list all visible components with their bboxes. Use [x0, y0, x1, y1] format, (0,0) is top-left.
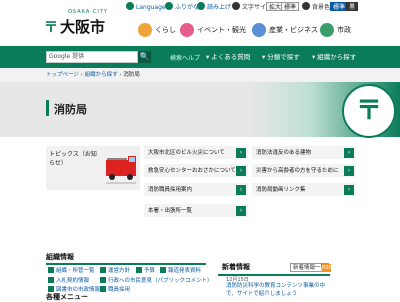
org-item-staff-recruit[interactable]: 職員採用: [100, 286, 130, 295]
palette-icon: [302, 2, 310, 10]
breadcrumb: トップページ › 組織から探す › 消防局: [0, 68, 400, 82]
arrow-right-icon: ›: [236, 185, 246, 195]
link-stations-list[interactable]: 本署・出張所一覧 ›: [144, 204, 248, 218]
bullet-icon: [48, 277, 54, 283]
city-hall-icon: [320, 23, 334, 37]
font-standard-button[interactable]: 標準: [281, 2, 300, 11]
breadcrumb-current: 消防局: [123, 72, 140, 78]
arrow-right-icon: ›: [344, 148, 354, 158]
event-icon: [180, 23, 194, 37]
speaker-icon: [197, 2, 205, 10]
nav-business[interactable]: 産業・ビジネス: [252, 22, 318, 38]
bullet-icon: [48, 267, 54, 273]
news-item[interactable]: 消防防災科学の教育コンテンツ事業の中で、サイトで紹介しましょう: [226, 282, 330, 298]
link-video-links[interactable]: 消防局動画リンク集 ›: [252, 183, 356, 197]
tab-faq[interactable]: ▾ よくある質問: [206, 49, 250, 66]
furigana-icon: [165, 2, 173, 10]
arrow-right-icon: ›: [236, 148, 246, 158]
font-size-icon: [232, 2, 240, 10]
arrow-right-icon: ›: [344, 166, 354, 176]
org-info-divider: [46, 263, 206, 265]
search-icon: 🔍: [139, 52, 150, 61]
site-logo[interactable]: 大阪市: [60, 18, 105, 36]
search-button[interactable]: 🔍: [138, 51, 151, 63]
arrow-right-icon: ›: [344, 185, 354, 195]
tab-organizations[interactable]: ▾ 組織から探す: [312, 49, 356, 66]
org-item-bids[interactable]: 入札契約情報: [48, 277, 89, 286]
logo-subtitle: OSAKA CITY: [68, 9, 108, 15]
fire-department-emblem-icon: 〒: [342, 84, 396, 138]
read-aloud-link[interactable]: 読み上げ: [197, 2, 231, 13]
arrow-right-icon: ›: [236, 206, 246, 216]
link-fire-violation[interactable]: 消防法違反のある建物 ›: [252, 146, 356, 160]
living-icon: [138, 23, 152, 37]
org-item-list[interactable]: 組織・所管一覧: [48, 267, 95, 276]
nav-city-government[interactable]: 市政: [320, 22, 351, 38]
business-icon: [252, 23, 266, 37]
news-title: 新着情報: [222, 263, 250, 271]
city-emblem-icon[interactable]: 〒: [44, 20, 58, 36]
search-help-link[interactable]: 検索ヘルプ: [170, 53, 200, 62]
link-elderly-protection[interactable]: 災害から高齢者の方を守るために ›: [252, 164, 356, 178]
chevron-down-icon: ▾: [312, 53, 316, 61]
link-emergency-center[interactable]: 救急安心センターおおさかについて ›: [144, 164, 248, 178]
page-title: 消防局: [54, 103, 87, 116]
bg-black-button[interactable]: 黒: [346, 2, 359, 11]
bullet-icon: [136, 267, 142, 273]
org-item-press[interactable]: 報道発表資料: [160, 267, 201, 276]
breadcrumb-home[interactable]: トップページ: [46, 72, 79, 78]
bg-color-label: 背景色: [302, 2, 330, 13]
title-accent: [46, 100, 49, 116]
breadcrumb-organizations[interactable]: 組織から探す: [85, 72, 118, 78]
rss-icon[interactable]: RSS: [322, 264, 332, 272]
org-item-policy[interactable]: 運営方針: [100, 267, 130, 276]
org-item-public-comment[interactable]: 行政への市民意見（パブリックコメント）: [100, 277, 213, 286]
org-info-title: 組織情報: [46, 253, 74, 261]
bullet-icon: [100, 277, 106, 283]
nav-events[interactable]: イベント・観光: [180, 22, 246, 38]
globe-icon: [126, 2, 134, 10]
org-item-budget[interactable]: 予算: [136, 267, 155, 276]
bullet-icon: [100, 286, 106, 292]
arrow-right-icon: ›: [236, 166, 246, 176]
topics-label: トピックス（お知らせ）: [49, 151, 97, 167]
furigana-link[interactable]: ふりがな: [165, 2, 199, 13]
link-building-fire[interactable]: 大阪市北区のビル火災について ›: [144, 146, 248, 160]
search-input[interactable]: Google 提供: [46, 51, 138, 63]
fire-truck-icon: [106, 156, 136, 184]
bullet-icon: [160, 267, 166, 273]
language-link[interactable]: Language: [126, 2, 166, 13]
link-recruitment[interactable]: 消防職員採用案内 ›: [144, 183, 248, 197]
tab-categories[interactable]: ▾ 分類で探す: [262, 49, 300, 66]
nav-living[interactable]: くらし: [138, 22, 176, 38]
menu-title: 各種メニュー: [46, 293, 88, 301]
chevron-down-icon: ▾: [262, 53, 266, 61]
bullet-icon: [100, 267, 106, 273]
chevron-down-icon: ▾: [206, 53, 210, 61]
